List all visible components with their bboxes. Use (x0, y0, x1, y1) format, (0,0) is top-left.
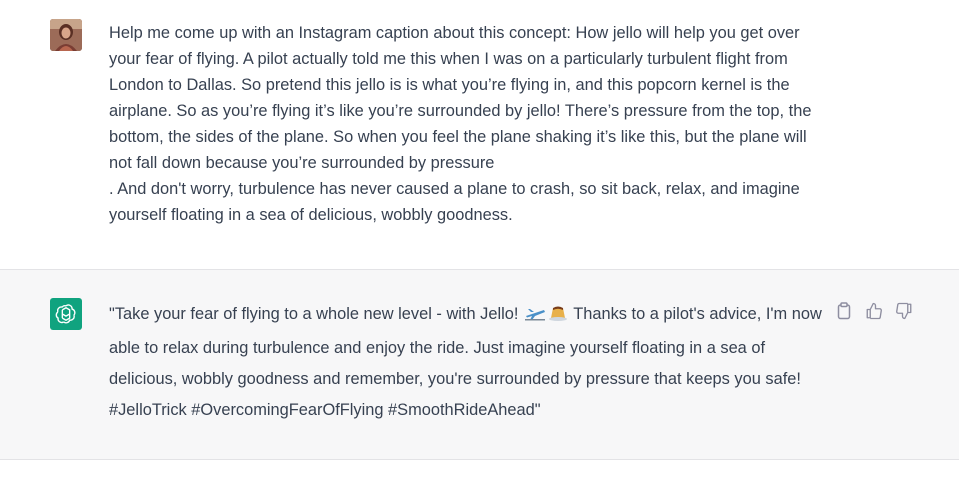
thumbs-up-icon (866, 302, 882, 320)
pudding-emoji (548, 302, 568, 333)
user-photo-avatar (50, 19, 82, 51)
airplane-emoji (524, 302, 546, 333)
assistant-text-start: "Take your fear of flying to a whole new… (109, 305, 523, 323)
assistant-message-text: "Take your fear of flying to a whole new… (109, 299, 829, 426)
assistant-avatar (50, 298, 82, 330)
user-message-text: Help me come up with an Instagram captio… (109, 24, 812, 224)
chat-page: Help me come up with an Instagram captio… (0, 0, 959, 481)
thumbs-down-button[interactable] (894, 301, 914, 321)
user-avatar (50, 19, 82, 51)
user-message-row: Help me come up with an Instagram captio… (0, 0, 959, 269)
openai-logo-icon (55, 304, 76, 324)
copy-icon (837, 302, 851, 320)
message-actions (834, 301, 914, 321)
thumbs-up-button[interactable] (864, 301, 884, 321)
thumbs-down-icon (896, 302, 912, 320)
assistant-message-row: "Take your fear of flying to a whole new… (0, 269, 959, 460)
copy-button[interactable] (834, 301, 854, 321)
